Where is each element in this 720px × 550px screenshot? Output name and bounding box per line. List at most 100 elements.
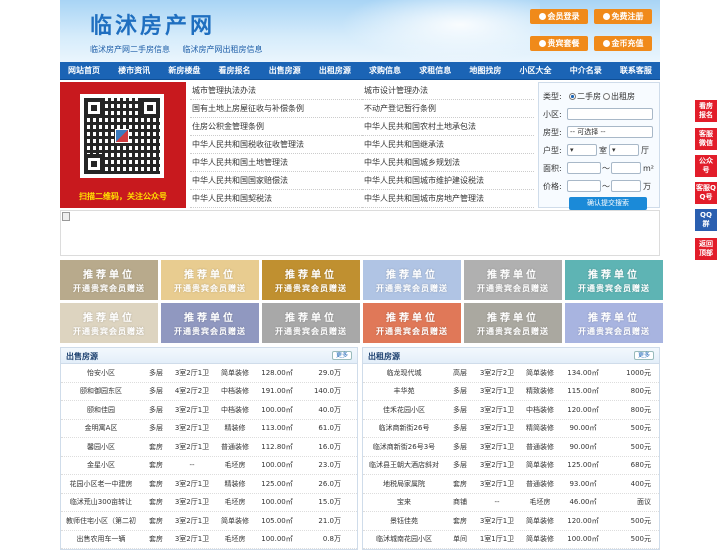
policy-link[interactable]: 城市设计管理办法 <box>362 82 534 100</box>
area-max-input[interactable] <box>611 162 641 174</box>
listing-row[interactable]: 颐和御园东区 多层 4室2厅2卫 中档装修 191.00㎡ 140.0万 <box>61 383 357 401</box>
recommended-unit-tile[interactable]: 推荐单位 开通贵宾会员赠送 <box>262 303 360 343</box>
nav-home[interactable]: 网站首页 <box>64 62 104 79</box>
policy-link[interactable]: 中华人民共和国城乡规划法 <box>362 154 534 172</box>
recommended-unit-tile[interactable]: 推荐单位 开通贵宾会员赠送 <box>60 260 158 300</box>
listing-row[interactable]: 丰华苑 多层 3室2厅1卫 精致装修 115.00㎡ 800元 <box>363 383 659 401</box>
policy-link[interactable]: 中华人民共和国城市房地产管理法 <box>362 190 534 208</box>
listing-row[interactable]: 地税局家属院 套房 3室2厅1卫 普通装修 93.00㎡ 400元 <box>363 475 659 494</box>
listing-row[interactable]: 金明寓A区 多层 3室2厅1卫 精装修 113.00㎡ 61.0万 <box>61 420 357 438</box>
listing-community[interactable]: 临沭县王朝大酒店斜对 <box>363 460 445 470</box>
listing-row[interactable]: 临沭商新街26号3号 多层 3室2厅1卫 普通装修 90.00㎡ 500元 <box>363 438 659 457</box>
area-min-input[interactable] <box>567 162 601 174</box>
community-input[interactable] <box>567 108 653 120</box>
policy-link[interactable]: 中华人民共和国契税法 <box>190 190 362 208</box>
listing-community[interactable]: 怡安小区 <box>61 368 141 378</box>
price-min-input[interactable] <box>567 180 601 192</box>
nav-contact[interactable]: 联系客服 <box>616 62 656 79</box>
listing-community[interactable]: 丰华苑 <box>363 386 445 396</box>
policy-link[interactable]: 中华人民共和国土地管理法 <box>190 154 362 172</box>
vip-package-button[interactable]: 贵宾套餐 <box>530 36 588 51</box>
policy-link[interactable]: 中华人民共和国税收征收管理法 <box>190 136 362 154</box>
recommended-unit-tile[interactable]: 推荐单位 开通贵宾会员赠送 <box>565 303 663 343</box>
recommended-unit-tile[interactable]: 推荐单位 开通贵宾会员赠送 <box>565 260 663 300</box>
listing-row[interactable]: 宝来 商铺 -- 毛坯房 46.00㎡ 面议 <box>363 494 659 512</box>
house-type-select[interactable]: -- 可选择 -- <box>567 126 653 138</box>
listing-row[interactable]: 临沭荒山300亩转让 套房 3室2厅1卫 毛坯房 100.00㎡ 15.0万 <box>61 494 357 512</box>
listing-community[interactable]: 临沭商新街26号3号 <box>363 442 445 452</box>
listing-community[interactable]: 临龙现代城 <box>363 368 445 378</box>
listing-row[interactable]: 金星小区 套房 -- 毛坯房 100.00㎡ 23.0万 <box>61 457 357 475</box>
listing-community[interactable]: 景钰佳苑 <box>363 516 445 526</box>
rent-more-button[interactable]: 更多 <box>634 351 654 360</box>
site-logo[interactable]: 临沭房产网 <box>90 8 215 40</box>
listing-row[interactable]: 临沭县王朝大酒店斜对 多层 3室2厅1卫 简单装修 125.00㎡ 680元 <box>363 457 659 475</box>
recharge-button[interactable]: 金币充值 <box>594 36 652 51</box>
listing-community[interactable]: 地税局家属院 <box>363 479 445 489</box>
nav-viewing-signup[interactable]: 看房报名 <box>215 62 255 79</box>
policy-link[interactable]: 中华人民共和国继承法 <box>362 136 534 154</box>
listing-row[interactable]: 景钰佳苑 套房 3室2厅1卫 简单装修 120.00㎡ 500元 <box>363 512 659 531</box>
listing-community[interactable]: 临沭商新街26号 <box>363 423 445 433</box>
listing-community[interactable]: 出售农用车一辆 <box>61 534 141 544</box>
login-button[interactable]: 会员登录 <box>530 9 588 24</box>
radio-sale[interactable] <box>569 92 576 100</box>
listing-row[interactable]: 教师住宅小区（第二初 套房 3室2厅1卫 简单装修 105.00㎡ 21.0万 <box>61 512 357 531</box>
float-qq-group[interactable]: QQ 群 <box>695 209 717 231</box>
recommended-unit-tile[interactable]: 推荐单位 开通贵宾会员赠送 <box>464 303 562 343</box>
nav-for-sale[interactable]: 出售房源 <box>265 62 305 79</box>
listing-community[interactable]: 颐和御园东区 <box>61 386 141 396</box>
float-wechat-service[interactable]: 客服 微信 <box>695 128 717 150</box>
listing-row[interactable]: 临龙现代城 高层 3室2厅2卫 简单装修 134.00㎡ 1000元 <box>363 364 659 383</box>
recommended-unit-tile[interactable]: 推荐单位 开通贵宾会员赠送 <box>60 303 158 343</box>
nav-for-rent[interactable]: 出租房源 <box>315 62 355 79</box>
listing-community[interactable]: 花园小区老一中建房 <box>61 479 141 489</box>
recommended-unit-tile[interactable]: 推荐单位 开通贵宾会员赠送 <box>363 260 461 300</box>
listing-community[interactable]: 临沭城南花园小区 <box>363 534 445 544</box>
search-submit-button[interactable]: 确认提交搜索 <box>569 197 647 210</box>
subtitle-sale[interactable]: 临沭房产网二手房信息 <box>90 45 170 54</box>
sale-more-button[interactable]: 更多 <box>332 351 352 360</box>
hall-select[interactable]: ▾ <box>609 144 639 156</box>
register-button[interactable]: 免费注册 <box>594 9 652 24</box>
radio-rent[interactable] <box>603 92 610 100</box>
nav-map[interactable]: 地图找房 <box>465 62 505 79</box>
recommended-unit-tile[interactable]: 推荐单位 开通贵宾会员赠送 <box>464 260 562 300</box>
listing-row[interactable]: 花园小区老一中建房 套房 3室2厅1卫 精装修 125.00㎡ 26.0万 <box>61 475 357 494</box>
policy-link[interactable]: 住房公积金管理条例 <box>190 118 362 136</box>
policy-link[interactable]: 城市管理执法办法 <box>190 82 362 100</box>
policy-link[interactable]: 国有土地上房屋征收与补偿条例 <box>190 100 362 118</box>
room-select[interactable]: ▾ <box>567 144 597 156</box>
listing-community[interactable]: 金星小区 <box>61 460 141 470</box>
float-qq-service[interactable]: 客服Q Q号 <box>695 182 717 204</box>
subtitle-rent[interactable]: 临沭房产网出租房信息 <box>183 45 263 54</box>
listing-community[interactable]: 颐和佳园 <box>61 405 141 415</box>
listing-row[interactable]: 怡安小区 多层 3室2厅1卫 简单装修 128.00㎡ 29.0万 <box>61 364 357 383</box>
listing-row[interactable]: 颐和佳园 多层 3室2厅1卫 中档装修 100.00㎡ 40.0万 <box>61 401 357 420</box>
nav-want-rent[interactable]: 求租信息 <box>415 62 455 79</box>
policy-link[interactable]: 中华人民共和国城市维护建设税法 <box>362 172 534 190</box>
recommended-unit-tile[interactable]: 推荐单位 开通贵宾会员赠送 <box>161 303 259 343</box>
float-back-to-top[interactable]: 返回 顶部 <box>695 238 717 260</box>
float-viewing-signup[interactable]: 看房 报名 <box>695 100 717 122</box>
listing-community[interactable]: 佳禾花园小区 <box>363 405 445 415</box>
policy-link[interactable]: 中华人民共和国农村土地承包法 <box>362 118 534 136</box>
nav-agencies[interactable]: 中介名录 <box>566 62 606 79</box>
nav-news[interactable]: 楼市资讯 <box>114 62 154 79</box>
recommended-unit-tile[interactable]: 推荐单位 开通贵宾会员赠送 <box>262 260 360 300</box>
policy-link[interactable]: 不动产登记暂行条例 <box>362 100 534 118</box>
ad-banner[interactable] <box>60 210 660 256</box>
nav-new-homes[interactable]: 新房楼盘 <box>164 62 204 79</box>
recommended-unit-tile[interactable]: 推荐单位 开通贵宾会员赠送 <box>161 260 259 300</box>
nav-communities[interactable]: 小区大全 <box>516 62 556 79</box>
listing-community[interactable]: 宝来 <box>363 497 445 507</box>
recommended-unit-tile[interactable]: 推荐单位 开通贵宾会员赠送 <box>363 303 461 343</box>
nav-want-buy[interactable]: 求购信息 <box>365 62 405 79</box>
listing-row[interactable]: 临沭商新街26号 多层 3室2厅1卫 精简装修 90.00㎡ 500元 <box>363 420 659 438</box>
listing-community[interactable]: 馨园小区 <box>61 442 141 452</box>
listing-community[interactable]: 教师住宅小区（第二初 <box>61 516 141 526</box>
listing-community[interactable]: 临沭荒山300亩转让 <box>61 497 141 507</box>
listing-row[interactable]: 佳禾花园小区 多层 3室2厅1卫 中档装修 120.00㎡ 800元 <box>363 401 659 420</box>
price-max-input[interactable] <box>611 180 641 192</box>
listing-community[interactable]: 金明寓A区 <box>61 423 141 433</box>
